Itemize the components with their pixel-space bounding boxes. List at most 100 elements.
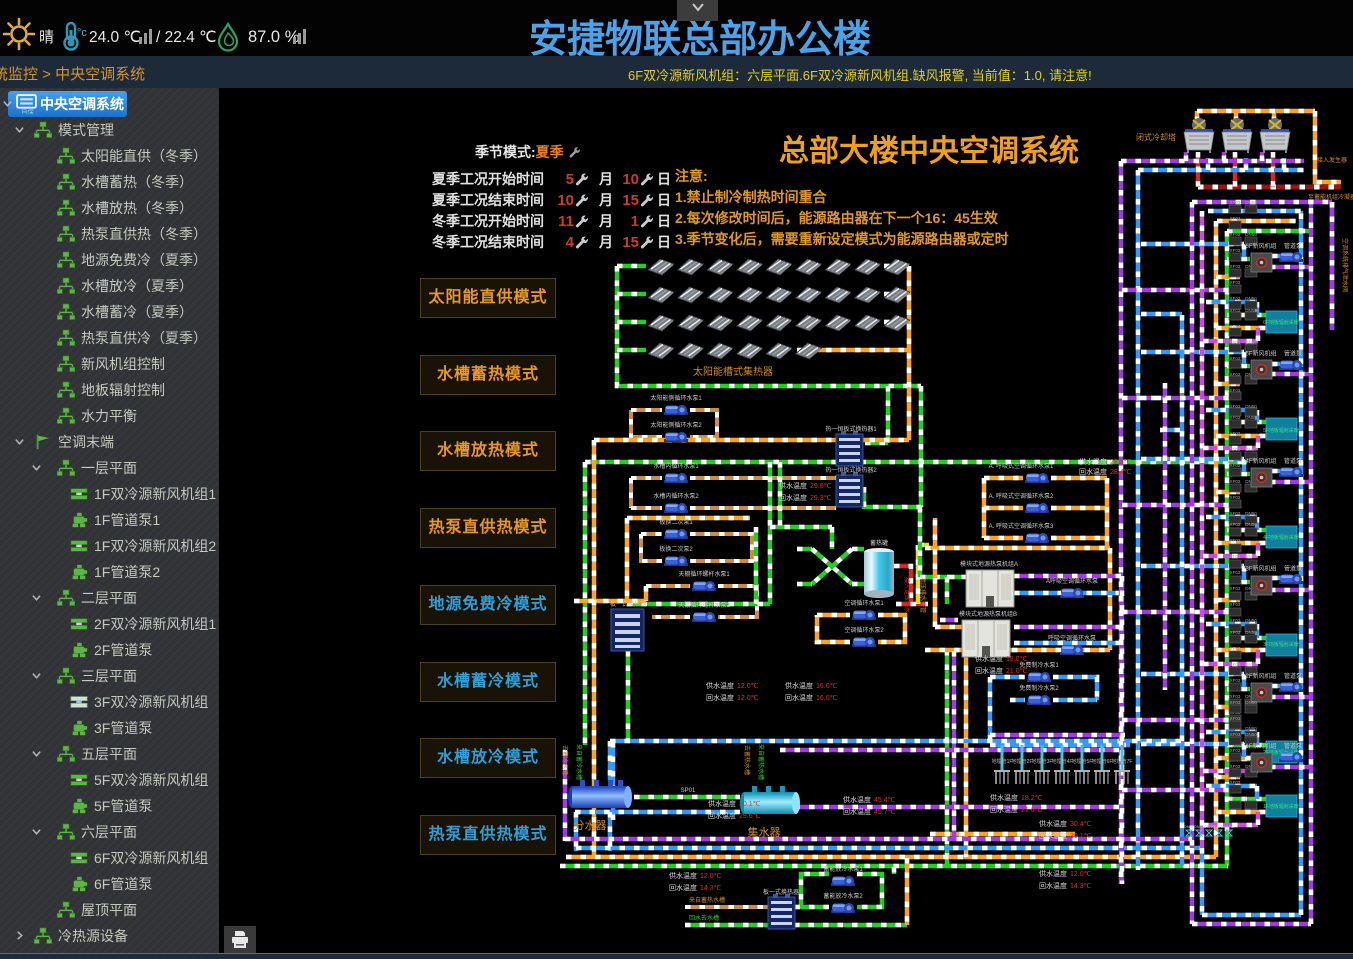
svg-text:去蓄热水槽: 去蓄热水槽: [743, 745, 751, 775]
svg-text:29.6℃: 29.6℃: [739, 813, 761, 820]
svg-text:4F新风机组: 4F新风机组: [1245, 457, 1276, 465]
svg-text:回水温度: 回水温度: [779, 493, 807, 502]
svg-text:28.4℃: 28.4℃: [1110, 469, 1132, 476]
svg-text:XF03: XF03: [1230, 308, 1241, 313]
svg-text:XF03: XF03: [1230, 463, 1241, 468]
svg-text:管道泵: 管道泵: [1284, 350, 1302, 358]
svg-text:地埋管3F: 地埋管3F: [1032, 758, 1053, 765]
svg-text:4F地板辐射采暖: 4F地板辐射采暖: [1263, 534, 1299, 541]
svg-text:DN50: DN50: [1245, 618, 1257, 623]
svg-text:管道泵: 管道泵: [1284, 242, 1302, 250]
svg-text:DN50: DN50: [1245, 554, 1257, 559]
svg-text:2F新风机组: 2F新风机组: [1245, 672, 1276, 680]
svg-text:16.0℃: 16.0℃: [816, 683, 838, 690]
svg-text:热一恒板式换热器2: 热一恒板式换热器2: [825, 466, 877, 474]
svg-text:供水温度: 供水温度: [785, 681, 813, 690]
svg-text:16.0℃: 16.0℃: [816, 695, 838, 702]
svg-text:DN50: DN50: [1245, 308, 1257, 313]
svg-text:XF03: XF03: [1230, 415, 1241, 420]
svg-text:A. 呼吸式空调循环水泵2: A. 呼吸式空调循环水泵2: [989, 492, 1054, 500]
svg-text:地埋管1F: 地埋管1F: [992, 758, 1013, 765]
svg-text:来自蓄冷水槽: 来自蓄冷水槽: [575, 744, 583, 780]
svg-text:接入定压补水: 接入定压补水: [903, 577, 911, 613]
svg-text:XF03: XF03: [1230, 447, 1241, 452]
svg-text:来自蓄热水槽: 来自蓄热水槽: [757, 744, 765, 780]
svg-text:XF03: XF03: [1230, 662, 1241, 667]
svg-text:XF03: XF03: [1230, 630, 1241, 635]
svg-text:地埋管5F: 地埋管5F: [1072, 758, 1093, 765]
svg-text:回水温度: 回水温度: [706, 693, 734, 702]
svg-text:XF03: XF03: [1230, 796, 1241, 801]
svg-text:板换二次泵2: 板换二次泵2: [659, 545, 693, 553]
svg-text:板一式换热器: 板一式换热器: [610, 600, 646, 608]
svg-text:回水温度: 回水温度: [843, 807, 871, 816]
svg-text:去蓄冷水槽: 去蓄冷水槽: [561, 745, 569, 775]
svg-text:热一恒板式换热器1: 热一恒板式换热器1: [825, 425, 877, 433]
svg-text:12.0℃: 12.0℃: [700, 873, 722, 880]
svg-text:87.0 %: 87.0 %: [248, 28, 300, 46]
svg-text:回水去水槽: 回水去水槽: [689, 914, 719, 922]
svg-text:XF03: XF03: [1230, 431, 1241, 436]
svg-text:DN50: DN50: [1245, 404, 1257, 409]
svg-text:DN50: DN50: [1245, 630, 1257, 635]
svg-text:29.8℃: 29.8℃: [810, 483, 832, 490]
svg-text:呼吸空调循环水泵: 呼吸空调循环水泵: [1048, 634, 1096, 642]
svg-text:回水温度: 回水温度: [785, 693, 813, 702]
svg-text:模块式地源热泵机组A: 模块式地源热泵机组A: [960, 560, 1018, 568]
svg-text:XF03: XF03: [1230, 296, 1241, 301]
svg-text:DN50: DN50: [1245, 726, 1257, 731]
svg-text:DN50: DN50: [1245, 200, 1257, 205]
svg-text:天棚循环螺杆水泵2: 天棚循环螺杆水泵2: [678, 601, 730, 609]
svg-text:回水温度: 回水温度: [708, 811, 736, 820]
svg-text:地埋管6F: 地埋管6F: [1092, 758, 1113, 765]
svg-text:3F新风机组: 3F新风机组: [1245, 565, 1276, 573]
svg-text:空调循环水泵1: 空调循环水泵1: [844, 599, 884, 607]
svg-text:DN50: DN50: [1245, 232, 1257, 237]
svg-text:天棚循环螺杆水泵1: 天棚循环螺杆水泵1: [678, 570, 730, 578]
svg-text:供水温度: 供水温度: [706, 681, 734, 690]
svg-text:XF03: XF03: [1230, 340, 1241, 345]
svg-text:XF03: XF03: [1230, 602, 1241, 607]
svg-text:21.0℃: 21.0℃: [1006, 668, 1028, 675]
svg-text:XF03: XF03: [1230, 404, 1241, 409]
svg-text:蓄能放冷水泵2: 蓄能放冷水泵2: [823, 892, 863, 900]
svg-text:A. 呼吸式空调循环水泵1: A. 呼吸式空调循环水泵1: [989, 462, 1054, 470]
svg-text:板换二次泵1: 板换二次泵1: [659, 518, 693, 526]
svg-text:12.0℃: 12.0℃: [737, 695, 759, 702]
svg-text:地埋管7F: 地埋管7F: [1112, 758, 1133, 765]
svg-text:29.3℃: 29.3℃: [810, 495, 832, 502]
svg-text:XF03: XF03: [1230, 678, 1241, 683]
svg-text:XF03: XF03: [1230, 495, 1241, 500]
svg-text:DN50: DN50: [1245, 340, 1257, 345]
svg-text:24.0 ℃: 24.0 ℃: [89, 29, 141, 46]
svg-text:回水温度: 回水温度: [669, 883, 697, 892]
svg-text:XF03: XF03: [1230, 748, 1241, 753]
svg-text:蓄能放冷水泵1: 蓄能放冷水泵1: [823, 865, 863, 873]
svg-text:DN50: DN50: [1245, 662, 1257, 667]
svg-text:XF03: XF03: [1230, 554, 1241, 559]
svg-text:XF03: XF03: [1230, 646, 1241, 651]
svg-text:管道泵: 管道泵: [1284, 457, 1302, 465]
svg-text:/ 22.4 ℃: / 22.4 ℃: [156, 29, 217, 46]
svg-text:XF03: XF03: [1230, 716, 1241, 721]
svg-text:5F地板辐射采暖: 5F地板辐射采暖: [1263, 427, 1299, 434]
svg-text:XF03: XF03: [1230, 200, 1241, 205]
svg-text:回水温度: 回水温度: [1039, 881, 1067, 890]
svg-text:1F新风机组: 1F新风机组: [1245, 742, 1276, 750]
svg-text:XF03: XF03: [1230, 356, 1241, 361]
svg-text:DN50: DN50: [1245, 522, 1257, 527]
svg-text:免费制冷水泵2: 免费制冷水泵2: [1019, 684, 1059, 692]
svg-text:分水器: 分水器: [574, 819, 607, 832]
svg-text:水槽内循环水泵1: 水槽内循环水泵1: [653, 462, 699, 470]
svg-text:空调循环水泵2: 空调循环水泵2: [844, 626, 884, 634]
svg-text:A. 呼吸式空调循环水泵3: A. 呼吸式空调循环水泵3: [989, 522, 1054, 530]
svg-text:回水温度: 回水温度: [1039, 831, 1067, 840]
svg-text:地埋管4F: 地埋管4F: [1052, 758, 1073, 765]
svg-text:供水温度: 供水温度: [669, 871, 697, 880]
svg-text:XF03: XF03: [1230, 264, 1241, 269]
svg-text:水槽内循环水泵2: 水槽内循环水泵2: [653, 492, 699, 500]
svg-text:30.1℃: 30.1℃: [739, 801, 761, 808]
svg-text:45.7℃: 45.7℃: [874, 809, 896, 816]
svg-text:18.2℃: 18.2℃: [1021, 795, 1043, 802]
svg-text:蓄热罐: 蓄热罐: [870, 539, 888, 547]
